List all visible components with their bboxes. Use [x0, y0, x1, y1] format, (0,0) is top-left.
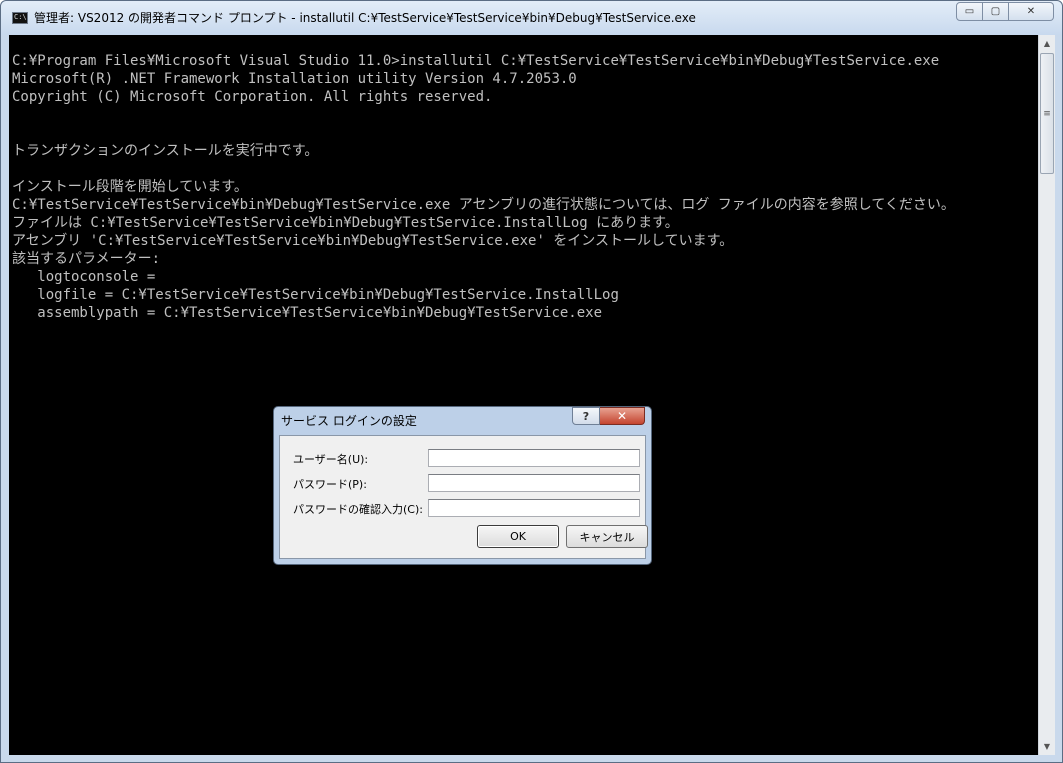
confirm-password-input[interactable] [428, 499, 640, 517]
console-window: 管理者: VS2012 の開発者コマンド プロンプト - installutil… [0, 0, 1063, 763]
help-icon: ? [582, 409, 590, 423]
confirm-password-label: パスワードの確認入力(C): [293, 503, 423, 516]
arrow-up-icon: ▲ [1043, 39, 1051, 48]
maximize-button[interactable]: ▢ [983, 2, 1009, 21]
username-input[interactable] [428, 449, 640, 467]
scroll-thumb[interactable]: ≡ [1040, 53, 1054, 174]
console-line: トランザクションのインストールを実行中です。 [12, 143, 319, 159]
console-line: Microsoft(R) .NET Framework Installation… [12, 71, 577, 87]
dialog-close-button[interactable]: ✕ [600, 407, 645, 425]
console-icon[interactable] [12, 12, 28, 24]
console-line: ファイルは C:¥TestService¥TestService¥bin¥Deb… [12, 215, 679, 231]
minimize-icon: ▭ [964, 6, 975, 17]
vertical-scrollbar[interactable]: ▲ ≡ ▼ [1038, 35, 1055, 755]
console-output[interactable]: C:¥Program Files¥Microsoft Visual Studio… [9, 35, 1038, 755]
console-line: logtoconsole = [12, 269, 156, 285]
close-button[interactable]: ✕ [1009, 2, 1054, 21]
console-line: C:¥TestService¥TestService¥bin¥Debug¥Tes… [12, 197, 955, 213]
window-title: 管理者: VS2012 の開発者コマンド プロンプト - installutil… [34, 11, 696, 25]
scroll-up-button[interactable]: ▲ [1039, 35, 1055, 52]
username-label: ユーザー名(U): [293, 453, 369, 466]
caption-buttons: ▭ ▢ ✕ [956, 2, 1054, 21]
ok-button[interactable]: OK [477, 525, 559, 548]
console-line: 該当するパラメーター: [12, 251, 161, 267]
dialog-help-button[interactable]: ? [572, 407, 600, 425]
console-line: C:¥Program Files¥Microsoft Visual Studio… [12, 53, 940, 69]
minimize-button[interactable]: ▭ [956, 2, 983, 21]
grip-icon: ≡ [1043, 108, 1051, 119]
arrow-down-icon: ▼ [1043, 742, 1051, 751]
console-line: Copyright (C) Microsoft Corporation. All… [12, 89, 493, 105]
scroll-down-button[interactable]: ▼ [1039, 738, 1055, 755]
title-bar[interactable]: 管理者: VS2012 の開発者コマンド プロンプト - installutil… [1, 1, 1062, 35]
password-input[interactable] [428, 474, 640, 492]
console-line: アセンブリ 'C:¥TestService¥TestService¥bin¥De… [12, 233, 734, 249]
maximize-icon: ▢ [990, 6, 1001, 17]
password-label: パスワード(P): [293, 478, 367, 491]
dialog-caption-buttons: ? ✕ [572, 407, 645, 425]
close-icon: ✕ [1026, 6, 1036, 17]
service-login-dialog: サービス ログインの設定 ? ✕ ユーザー名(U): パスワード(P): パスワ… [273, 406, 652, 565]
dialog-body: ユーザー名(U): パスワード(P): パスワードの確認入力(C): OK キャ… [279, 435, 648, 559]
cancel-button[interactable]: キャンセル [566, 525, 648, 548]
console-line: インストール段階を開始しています。 [12, 179, 248, 195]
console-line: assemblypath = C:¥TestService¥TestServic… [12, 305, 603, 321]
console-line: logfile = C:¥TestService¥TestService¥bin… [12, 287, 619, 303]
console-lines: C:¥Program Files¥Microsoft Visual Studio… [12, 52, 955, 322]
close-icon: ✕ [616, 409, 628, 423]
dialog-title: サービス ログインの設定 [281, 414, 417, 428]
